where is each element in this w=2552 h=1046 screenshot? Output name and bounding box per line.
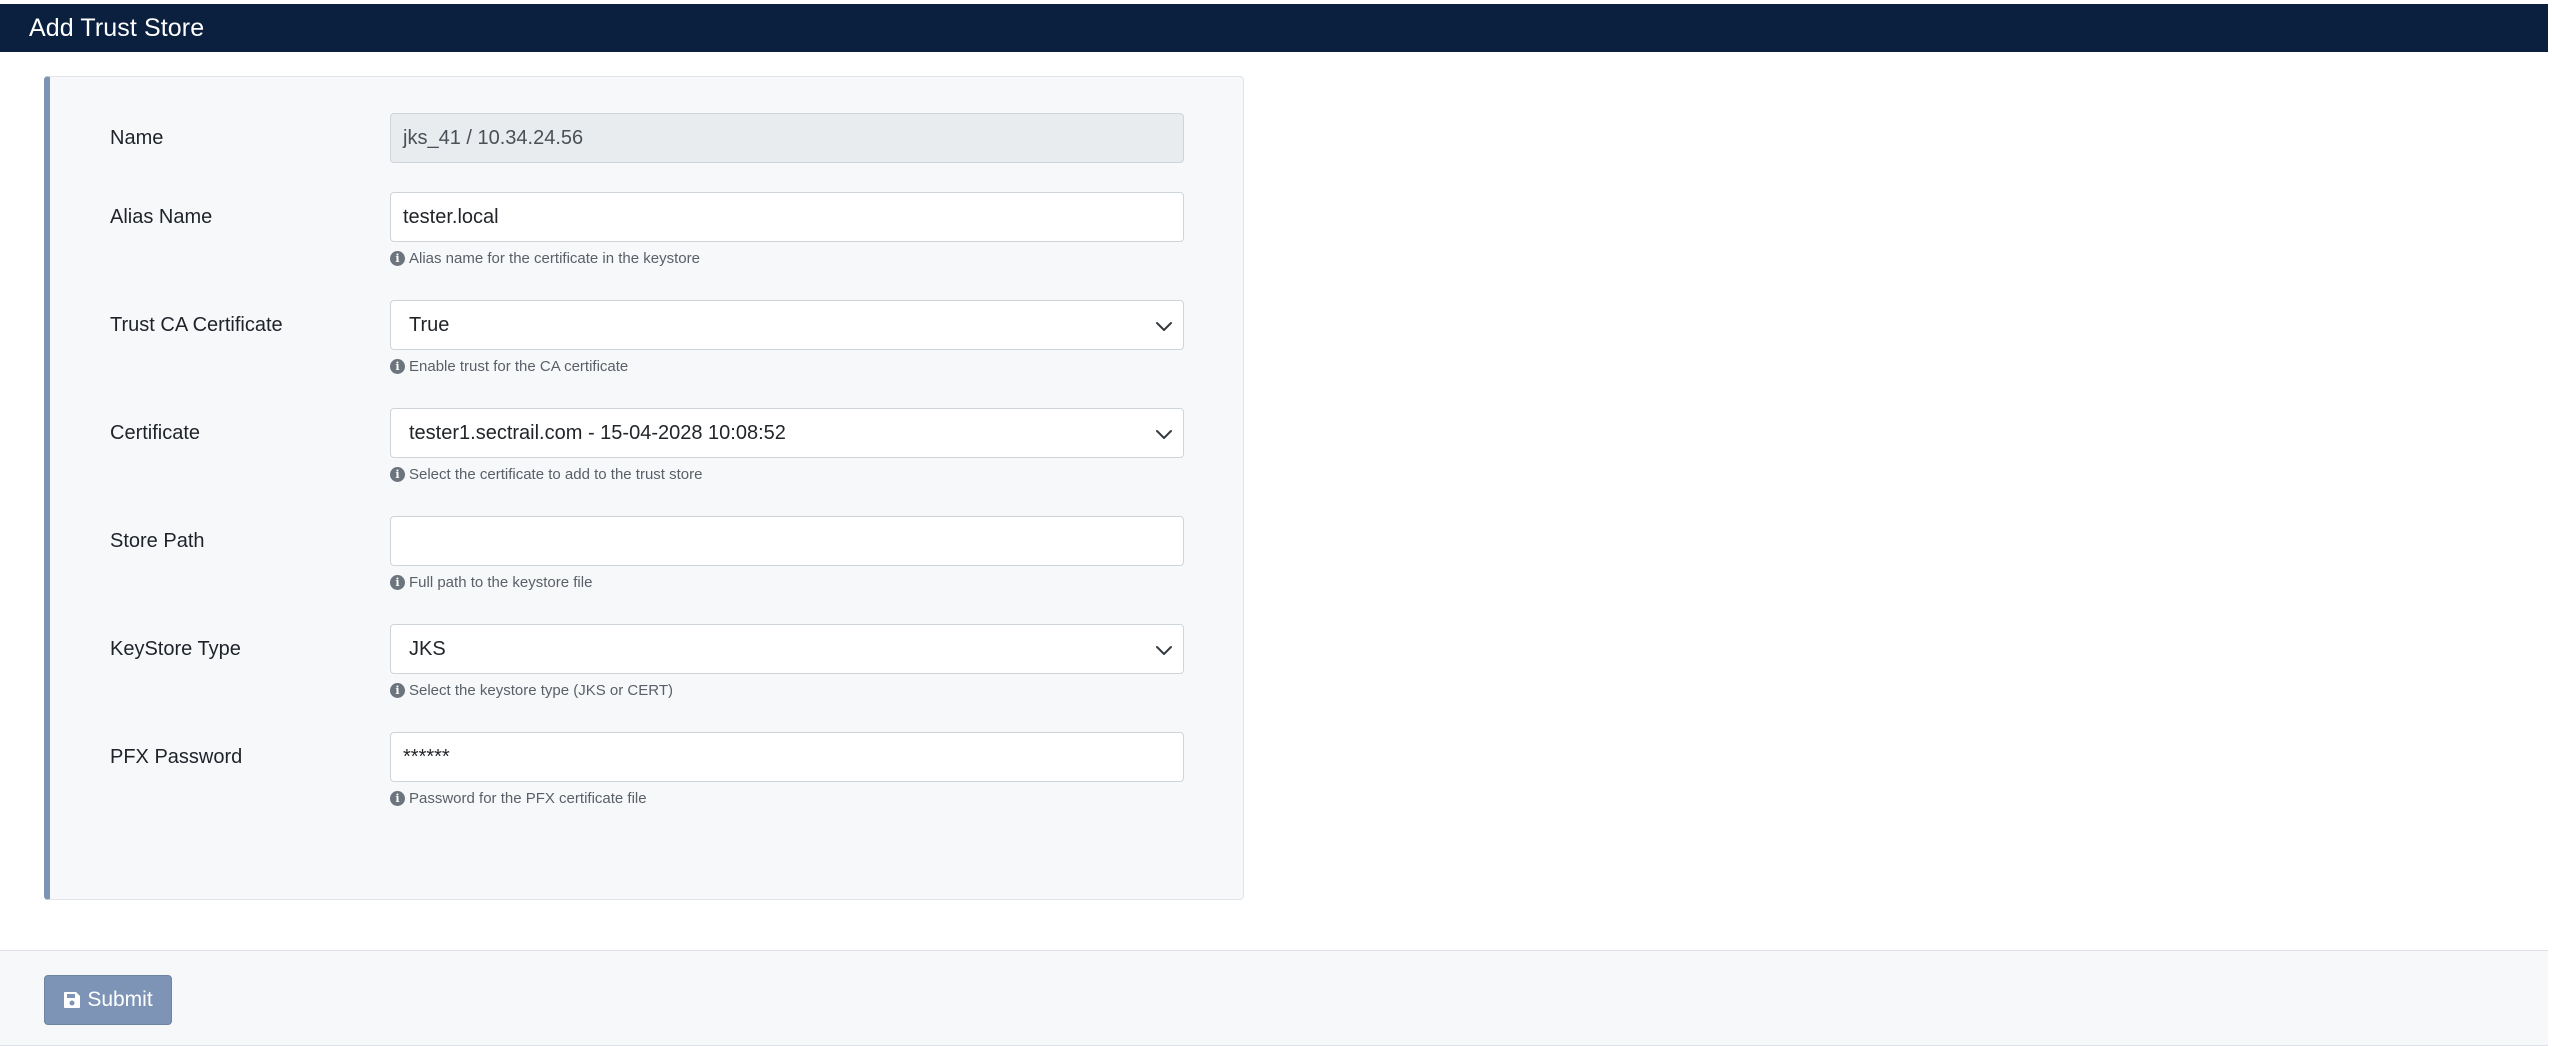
name-value: jks_41 / 10.34.24.56 xyxy=(403,126,584,149)
info-circle-icon: i xyxy=(390,791,405,806)
form-content: Name jks_41 / 10.34.24.56 Alias Name tes… xyxy=(0,52,2548,950)
page-title: Add Trust Store xyxy=(29,13,205,42)
certificate-select[interactable]: tester1.sectrail.com - 15-04-2028 10:08:… xyxy=(390,408,1184,458)
info-circle-icon: i xyxy=(390,467,405,482)
alias-name-help-text: Alias name for the certificate in the ke… xyxy=(409,250,700,267)
info-circle-icon: i xyxy=(390,575,405,590)
pfx-password-help-text: Password for the PFX certificate file xyxy=(409,790,647,807)
page-header: Add Trust Store xyxy=(0,4,2548,52)
certificate-help-text: Select the certificate to add to the tru… xyxy=(409,466,703,483)
info-circle-icon: i xyxy=(390,251,405,266)
alias-name-label: Alias Name xyxy=(110,206,213,228)
pfx-password-value: ****** xyxy=(403,745,450,768)
info-circle-icon: i xyxy=(390,683,405,698)
trust-ca-certificate-help: i Enable trust for the CA certificate xyxy=(390,358,628,375)
submit-label: Submit xyxy=(87,988,153,1011)
submit-button[interactable]: Submit xyxy=(44,975,172,1025)
pfx-password-help: i Password for the PFX certificate file xyxy=(390,790,647,807)
certificate-help: i Select the certificate to add to the t… xyxy=(390,466,703,483)
keystore-type-selected: JKS xyxy=(409,637,446,660)
chevron-down-icon xyxy=(1156,322,1172,331)
store-path-help: i Full path to the keystore file xyxy=(390,574,592,591)
keystore-type-select[interactable]: JKS xyxy=(390,624,1184,674)
form-footer: Submit xyxy=(0,950,2548,1046)
certificate-selected: tester1.sectrail.com - 15-04-2028 10:08:… xyxy=(409,421,786,444)
alias-name-value: tester.local xyxy=(403,205,499,228)
info-circle-icon: i xyxy=(390,359,405,374)
keystore-type-help: i Select the keystore type (JKS or CERT) xyxy=(390,682,673,699)
trust-ca-certificate-select[interactable]: True xyxy=(390,300,1184,350)
alias-name-help: i Alias name for the certificate in the … xyxy=(390,250,700,267)
app-root: Add Trust Store Name jks_41 / 10.34.24.5… xyxy=(0,0,2552,1046)
store-path-label: Store Path xyxy=(110,530,205,552)
name-field: jks_41 / 10.34.24.56 xyxy=(390,113,1184,163)
trust-store-form-panel: Name jks_41 / 10.34.24.56 Alias Name tes… xyxy=(44,76,1244,900)
store-path-input[interactable] xyxy=(390,516,1184,566)
keystore-type-label: KeyStore Type xyxy=(110,638,241,660)
trust-ca-certificate-selected: True xyxy=(409,313,450,336)
certificate-label: Certificate xyxy=(110,422,201,444)
add-trust-store-window: Add Trust Store Name jks_41 / 10.34.24.5… xyxy=(0,4,2548,1046)
keystore-type-help-text: Select the keystore type (JKS or CERT) xyxy=(409,682,673,699)
alias-name-input[interactable]: tester.local xyxy=(390,192,1184,242)
trust-ca-certificate-label: Trust CA Certificate xyxy=(110,314,283,336)
name-label: Name xyxy=(110,127,164,149)
pfx-password-label: PFX Password xyxy=(110,746,243,768)
store-path-help-text: Full path to the keystore file xyxy=(409,574,593,591)
pfx-password-input[interactable]: ****** xyxy=(390,732,1184,782)
chevron-down-icon xyxy=(1156,430,1172,439)
trust-ca-certificate-help-text: Enable trust for the CA certificate xyxy=(409,358,629,375)
floppy-disk-icon xyxy=(64,992,81,1008)
chevron-down-icon xyxy=(1156,646,1172,655)
